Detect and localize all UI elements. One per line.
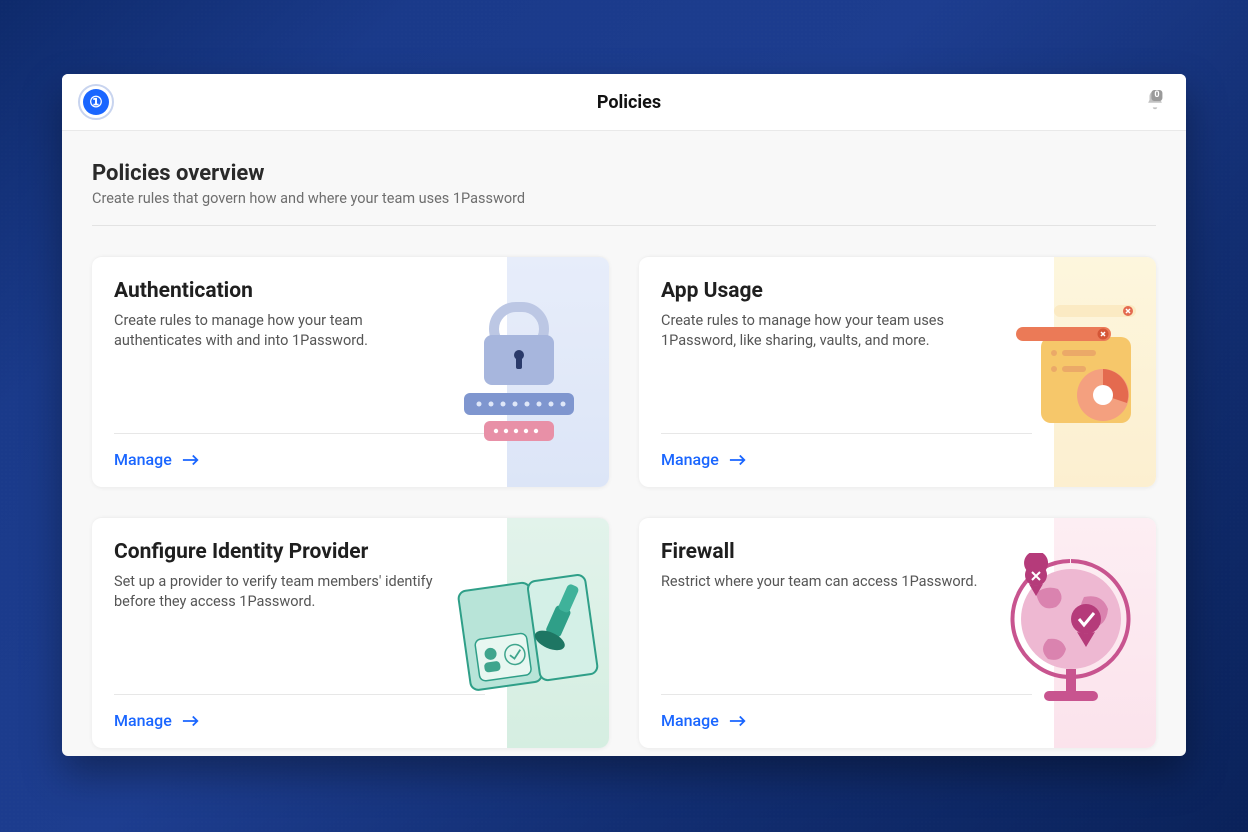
arrow-right-icon (182, 714, 200, 728)
card-authentication[interactable]: Authentication Create rules to manage ho… (92, 256, 609, 487)
manage-button[interactable]: Manage (661, 711, 747, 730)
card-title: Configure Identity Provider (114, 540, 485, 564)
manage-button[interactable]: Manage (661, 450, 747, 469)
cards-grid: Authentication Create rules to manage ho… (92, 256, 1156, 748)
manage-button[interactable]: Manage (114, 711, 200, 730)
app-window: ① Policies 0 Policies overview Create ru… (62, 74, 1186, 756)
lock-icon (439, 257, 609, 487)
card-description: Restrict where your team can access 1Pas… (661, 572, 991, 592)
arrow-right-icon (729, 714, 747, 728)
manage-label: Manage (661, 450, 719, 469)
card-divider (661, 433, 1032, 434)
page-title: Policies (597, 92, 661, 113)
manage-label: Manage (114, 711, 172, 730)
chart-icon (986, 257, 1156, 487)
card-description: Create rules to manage how your team aut… (114, 311, 444, 352)
card-title: Authentication (114, 279, 485, 303)
passport-icon (439, 518, 609, 748)
notifications-button[interactable]: 0 (1144, 89, 1170, 115)
manage-label: Manage (661, 711, 719, 730)
overview-subtitle: Create rules that govern how and where y… (92, 190, 1156, 207)
notifications-badge: 0 (1151, 90, 1162, 101)
app-header: ① Policies 0 (62, 74, 1186, 131)
card-divider (661, 694, 1032, 695)
card-firewall[interactable]: Firewall Restrict where your team can ac… (639, 517, 1156, 748)
card-divider (114, 694, 485, 695)
overview-header: Policies overview Create rules that gove… (92, 161, 1156, 207)
card-identity-provider[interactable]: Configure Identity Provider Set up a pro… (92, 517, 609, 748)
card-divider (114, 433, 485, 434)
arrow-right-icon (729, 453, 747, 467)
app-logo-icon[interactable]: ① (78, 84, 114, 120)
manage-button[interactable]: Manage (114, 450, 200, 469)
card-title: App Usage (661, 279, 1032, 303)
overview-title: Policies overview (92, 161, 1156, 186)
arrow-right-icon (182, 453, 200, 467)
globe-icon (986, 518, 1156, 748)
card-app-usage[interactable]: App Usage Create rules to manage how you… (639, 256, 1156, 487)
main-content: Policies overview Create rules that gove… (62, 131, 1186, 748)
manage-label: Manage (114, 450, 172, 469)
card-description: Set up a provider to verify team members… (114, 572, 444, 613)
card-title: Firewall (661, 540, 1032, 564)
card-description: Create rules to manage how your team use… (661, 311, 991, 352)
overview-divider (92, 225, 1156, 226)
